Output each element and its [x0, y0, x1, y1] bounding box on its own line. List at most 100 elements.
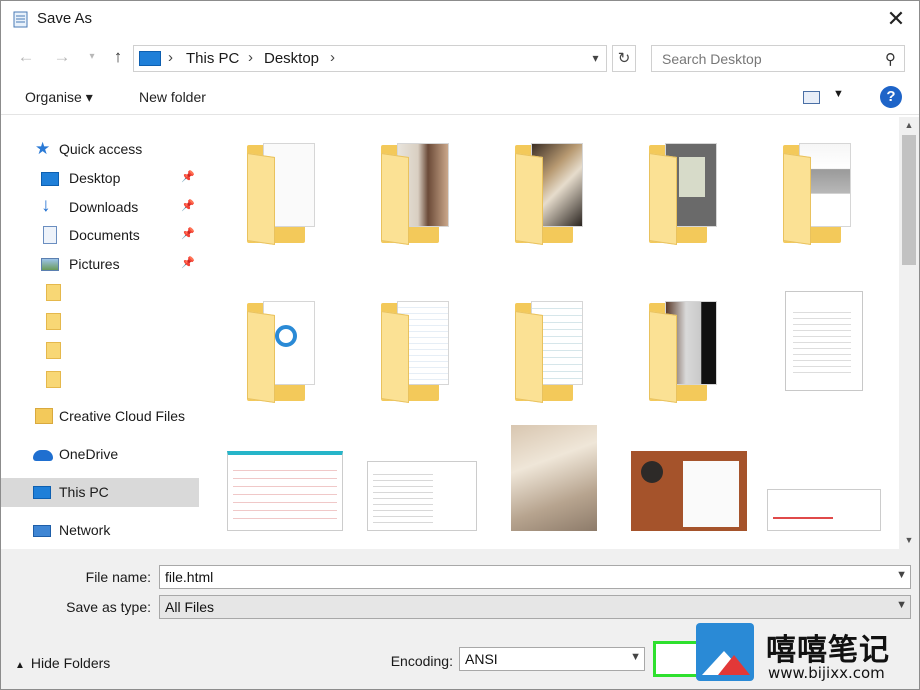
sidebar-item-desktop[interactable]: Desktop 📌 [1, 164, 199, 193]
breadcrumb-desktop[interactable]: Desktop [264, 50, 319, 67]
folder-item[interactable] [631, 131, 731, 245]
sidebar-item-this-pc[interactable]: This PC [1, 478, 199, 507]
organise-button[interactable]: Organise ▾ [25, 89, 93, 106]
save-type-select[interactable]: All Files ▼ [159, 595, 911, 619]
address-bar[interactable]: › This PC › Desktop › [133, 45, 607, 72]
sidebar-item-documents[interactable]: Documents 📌 [1, 221, 199, 250]
pictures-icon [41, 258, 59, 271]
breadcrumb-this-pc[interactable]: This PC [186, 50, 239, 67]
folder-icon[interactable] [46, 371, 61, 388]
star-icon: ★ [35, 139, 51, 158]
sidebar-item-label: Pictures [69, 256, 120, 272]
watermark-brand: 嘻嘻笔记 [766, 633, 890, 668]
image-item[interactable] [227, 451, 345, 549]
image-item[interactable] [631, 451, 747, 549]
documents-icon [43, 226, 57, 244]
folder-item[interactable] [765, 131, 865, 245]
folder-item[interactable] [229, 131, 329, 245]
navigation-pane: ★ Quick access Desktop 📌 ↓ Downloads 📌 D… [1, 117, 211, 549]
sidebar-item-downloads[interactable]: ↓ Downloads 📌 [1, 193, 199, 222]
onedrive-icon [33, 450, 53, 461]
save-as-dialog: Save As ✕ ← → ▾ ↑ › This PC › Desktop › … [0, 0, 920, 690]
up-arrow-icon[interactable]: ↑ [107, 45, 129, 69]
chevron-down-icon: ▼ [896, 599, 907, 611]
folder-icon[interactable] [46, 342, 61, 359]
sidebar-item-label: This PC [59, 484, 109, 500]
pc-icon [33, 486, 51, 499]
sidebar-item-label: Documents [69, 227, 140, 243]
encoding-value: ANSI [465, 651, 498, 667]
sidebar-item-pictures[interactable]: Pictures 📌 [1, 250, 199, 279]
folder-item[interactable] [363, 289, 463, 403]
scrollbar-thumb[interactable] [902, 135, 916, 265]
refresh-icon[interactable]: ↻ [612, 45, 636, 72]
pin-icon[interactable]: 📌 [181, 199, 195, 212]
back-arrow-icon[interactable]: ← [15, 45, 37, 69]
chevron-right-icon: › [248, 49, 253, 66]
sidebar-item-creative-cloud[interactable]: Creative Cloud Files [1, 402, 199, 431]
sidebar-item-onedrive[interactable]: OneDrive [1, 440, 199, 469]
chevron-up-icon: ▲ [15, 660, 25, 671]
desktop-icon [41, 172, 59, 186]
scroll-down-icon[interactable]: ▼ [899, 532, 919, 549]
title-bar: Save As ✕ [1, 1, 919, 37]
help-button[interactable]: ? [880, 86, 902, 108]
search-input[interactable] [652, 46, 872, 71]
hide-folders-button[interactable]: ▲ Hide Folders [15, 655, 110, 671]
folder-item[interactable] [497, 289, 597, 403]
watermark-url: www.bijixx.com [768, 664, 885, 682]
sidebar-item-label: Quick access [59, 141, 143, 157]
command-bar: Organise ▾ New folder ▼ ? [1, 81, 919, 115]
chevron-down-icon: ▼ [833, 88, 844, 100]
sidebar-item-label: OneDrive [59, 446, 119, 462]
chevron-right-icon: › [330, 49, 335, 66]
search-icon[interactable]: ⚲ [885, 50, 896, 68]
folder-icon[interactable] [46, 284, 61, 301]
sidebar-item-label: Network [59, 522, 111, 538]
notepad-icon [13, 11, 28, 28]
sidebar-item-label: Downloads [69, 199, 139, 215]
folder-item[interactable] [229, 289, 329, 403]
folder-item[interactable] [363, 131, 463, 245]
file-name-label: File name: [85, 569, 151, 585]
save-type-value: All Files [165, 599, 215, 615]
hide-folders-label: Hide Folders [30, 655, 111, 671]
file-name-input[interactable]: file.html ▼ [159, 565, 911, 589]
folder-icon[interactable] [46, 313, 61, 330]
encoding-select[interactable]: ANSI ▼ [459, 647, 645, 671]
file-list [213, 117, 899, 549]
chevron-down-icon[interactable]: ▼ [896, 569, 907, 581]
new-folder-button[interactable]: New folder [139, 89, 206, 105]
pc-icon [139, 51, 161, 66]
watermark: 嘻嘻笔记 www.bijixx.com [696, 621, 916, 687]
chevron-right-icon: › [168, 49, 173, 66]
forward-arrow-icon[interactable]: → [51, 45, 73, 69]
watermark-logo-icon [696, 623, 754, 681]
image-item[interactable] [767, 489, 883, 549]
change-view-button[interactable]: ▼ [801, 87, 844, 109]
view-icon [803, 91, 820, 104]
folder-item[interactable] [497, 131, 597, 245]
file-name-value: file.html [165, 569, 214, 585]
pin-icon[interactable]: 📌 [181, 256, 195, 269]
save-type-label: Save as type: [66, 599, 151, 615]
navigation-row: ← → ▾ ↑ › This PC › Desktop › ▾ ↻ ⚲ [1, 41, 919, 75]
document-item[interactable] [773, 289, 873, 399]
address-dropdown-icon[interactable]: ▾ [585, 45, 607, 72]
vertical-scrollbar[interactable]: ▲ ▼ [899, 117, 919, 549]
search-box: ⚲ [651, 45, 905, 72]
pin-icon[interactable]: 📌 [181, 170, 195, 183]
pin-icon[interactable]: 📌 [181, 227, 195, 240]
network-icon [33, 525, 51, 537]
download-icon: ↓ [41, 195, 51, 216]
scroll-up-icon[interactable]: ▲ [899, 117, 919, 134]
folder-item[interactable] [631, 289, 731, 403]
recent-locations-icon[interactable]: ▾ [81, 45, 103, 69]
window-title: Save As [37, 10, 93, 27]
image-item[interactable] [367, 461, 479, 549]
close-button[interactable]: ✕ [879, 4, 913, 34]
sidebar-item-label: Desktop [69, 170, 121, 186]
sidebar-item-quick-access[interactable]: ★ Quick access [1, 135, 199, 164]
image-item[interactable] [511, 425, 597, 535]
sidebar-item-network[interactable]: Network [1, 516, 199, 545]
